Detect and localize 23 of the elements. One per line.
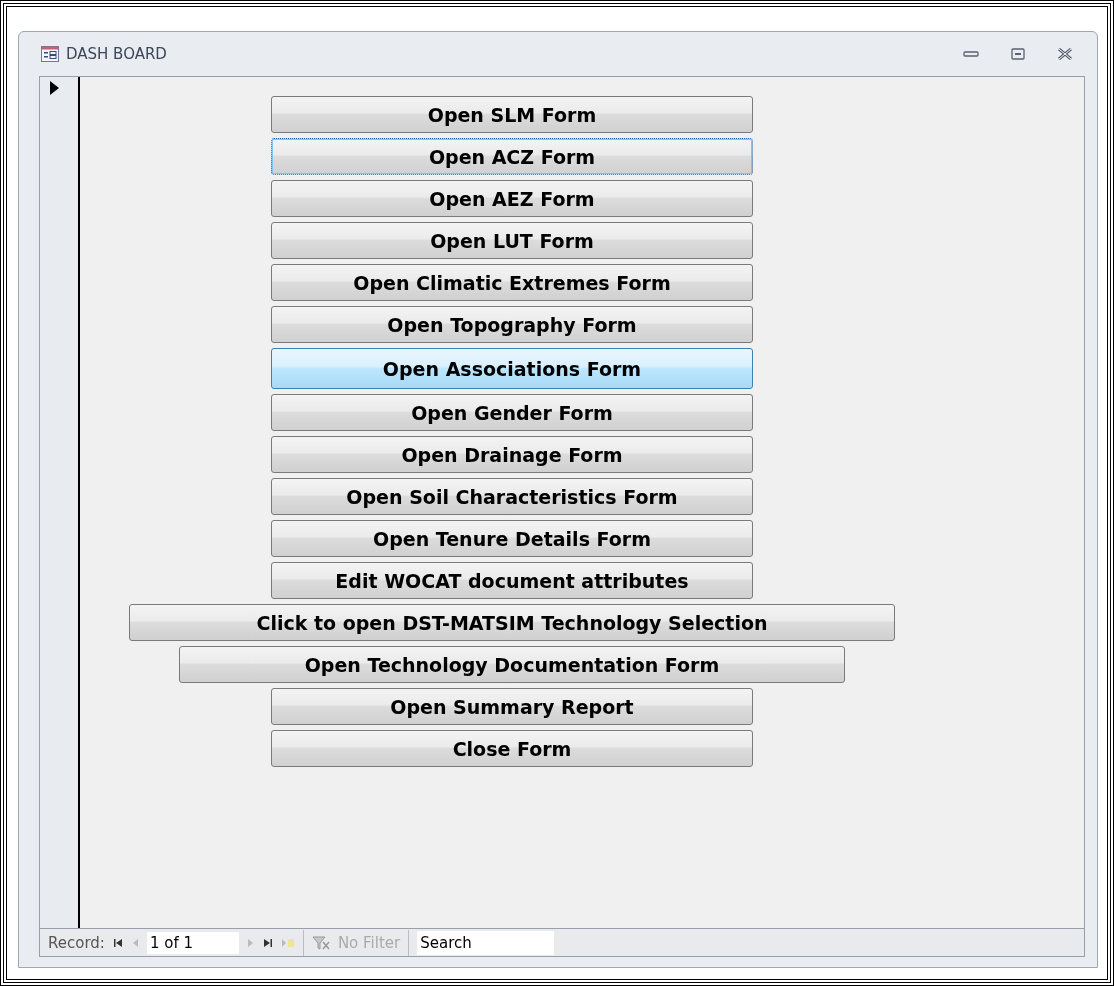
form-button[interactable]: Close Form <box>271 730 753 767</box>
form-button[interactable]: Click to open DST-MATSIM Technology Selection <box>129 604 895 641</box>
form-button[interactable]: Open Topography Form <box>271 306 753 343</box>
form-button[interactable]: Open Associations Form <box>271 348 753 389</box>
close-icon[interactable] <box>1057 48 1073 60</box>
form-button[interactable]: Open SLM Form <box>271 96 753 133</box>
form-button[interactable]: Open Drainage Form <box>271 436 753 473</box>
form-button[interactable]: Open Climatic Extremes Form <box>271 264 753 301</box>
current-record-icon <box>50 81 59 95</box>
form-button[interactable]: Open AEZ Form <box>271 180 753 217</box>
form-button[interactable]: Open Summary Report <box>271 688 753 725</box>
form-button[interactable]: Edit WOCAT document attributes <box>271 562 753 599</box>
window-title: DASH BOARD <box>66 45 167 63</box>
form-button[interactable]: Open Soil Characteristics Form <box>271 478 753 515</box>
record-selector[interactable] <box>40 77 80 928</box>
form-button[interactable]: Open ACZ Form <box>271 138 753 175</box>
form-button[interactable]: Open Technology Documentation Form <box>179 646 845 683</box>
form-button[interactable]: Open LUT Form <box>271 222 753 259</box>
maximize-icon[interactable] <box>1011 48 1025 60</box>
minimize-icon[interactable] <box>963 50 979 58</box>
form-button[interactable]: Open Tenure Details Form <box>271 520 753 557</box>
form-icon <box>41 46 59 62</box>
form-button[interactable]: Open Gender Form <box>271 394 753 431</box>
